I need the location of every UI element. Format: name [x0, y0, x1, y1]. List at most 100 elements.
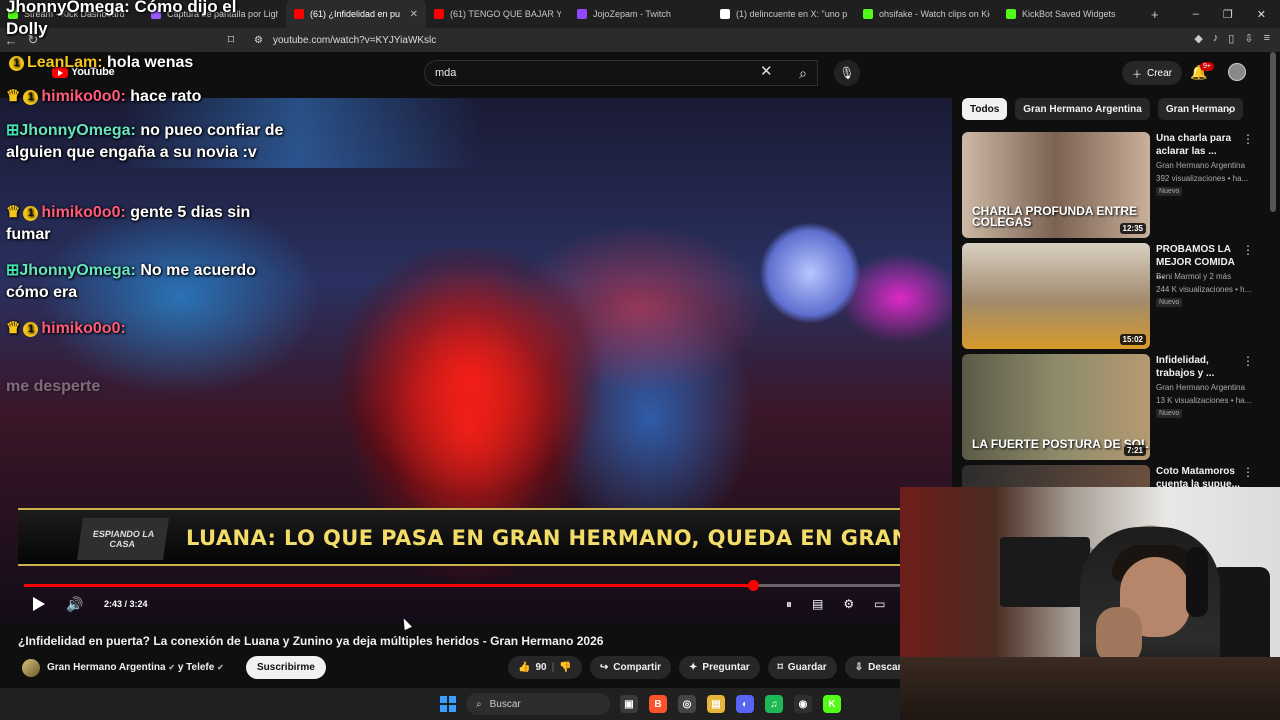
webcam-poster	[1000, 537, 1090, 607]
settings-gear-icon[interactable]: ⚙	[843, 597, 854, 612]
browser-tab[interactable]: (1) delincuente en X: "uno pu	[712, 0, 855, 28]
more-options-icon[interactable]: ⋮	[1242, 243, 1254, 257]
rec-channel: Gran Hermano Argentina	[1156, 383, 1245, 392]
taskbar-file-explorer-icon[interactable]: ▤	[707, 695, 725, 713]
video-thumbnail[interactable]: LA FUERTE POSTURA DE SOL 7:21	[962, 354, 1150, 460]
sidebar-icon[interactable]: ▯	[1228, 32, 1234, 45]
tab-label: (1) delincuente en X: "uno pu	[736, 9, 847, 19]
extension-icon[interactable]: ♪	[1213, 32, 1219, 45]
progress-bar[interactable]	[24, 580, 902, 591]
download-icon[interactable]: ⇩	[1244, 32, 1253, 45]
browser-tab[interactable]: (61) TENGO QUE BAJAR YO A	[426, 0, 569, 28]
subscribe-button[interactable]: Suscribirme	[246, 656, 326, 679]
menu-icon[interactable]: ≡	[1264, 32, 1270, 45]
recommended-video[interactable]: CHARLA PROFUNDA ENTRE COLEGAS 12:35 Una ch…	[962, 132, 1262, 238]
create-button[interactable]: ＋ Crear	[1122, 61, 1183, 85]
filter-chip[interactable]: Todos	[962, 98, 1008, 120]
rec-title[interactable]: Infidelidad, trabajos y ...	[1156, 354, 1242, 380]
tab-favicon-icon	[863, 9, 873, 19]
webcam-desk	[900, 657, 1280, 720]
share-button[interactable]: ↪ Compartir	[589, 656, 672, 679]
play-icon[interactable]	[33, 597, 45, 611]
close-window-icon[interactable]: ✕	[1257, 8, 1266, 21]
autoplay-toggle-icon[interactable]: ⏸	[786, 597, 792, 612]
extension-icon[interactable]: ◆	[1194, 32, 1202, 45]
recommended-video[interactable]: 15:02 PROBAMOS LA MEJOR COMIDA ... Beni Ma…	[962, 243, 1262, 349]
new-badge: Nuevo	[1156, 298, 1183, 307]
filter-chip[interactable]: Gran Hermano Argentina	[1015, 98, 1150, 120]
chat-message: ♛ 1 himiko0o0: gente 5 dias sin fumar	[6, 202, 286, 246]
recommended-video[interactable]: LA FUERTE POSTURA DE SOL 7:21 Infidelidad,…	[962, 354, 1262, 460]
ask-label: Preguntar	[702, 662, 750, 673]
new-tab-button[interactable]: +	[1141, 7, 1169, 22]
tab-label: JojoZepam - Twitch	[593, 9, 671, 19]
chat-username: JhonnyOmega:	[6, 0, 130, 16]
chat-message-faded: me desperte	[6, 378, 101, 395]
save-button[interactable]: ⌑ Guardar	[767, 656, 837, 679]
clear-search-icon[interactable]: ✕	[760, 62, 773, 80]
video-duration: 7:21	[1123, 445, 1146, 456]
subtitles-icon[interactable]: ▤	[812, 597, 823, 612]
ask-button[interactable]: ✦ Preguntar	[679, 656, 760, 679]
chat-username: himiko0o0:	[41, 204, 126, 221]
search-button[interactable]: ⌕	[788, 60, 818, 86]
sub-badge-icon: 1	[9, 56, 24, 71]
search-input[interactable]: mda	[424, 60, 818, 86]
taskbar-apps: ▣ B ◎ ▤ ◐ ♫ ◉ K	[620, 695, 841, 713]
volume-icon[interactable]: 🔊	[66, 596, 83, 613]
rec-title[interactable]: Una charla para aclarar las ...	[1156, 132, 1242, 158]
minimize-icon[interactable]: –	[1193, 8, 1199, 20]
tab-favicon-icon	[720, 9, 730, 19]
miniplayer-icon[interactable]: ▭	[874, 597, 885, 612]
notification-count-badge: 9+	[1200, 62, 1214, 71]
video-thumbnail[interactable]: 15:02	[962, 243, 1150, 349]
streamer-webcam	[900, 487, 1280, 720]
like-button[interactable]: 👍 90 | 👎	[508, 656, 582, 679]
taskbar-search[interactable]: ⌕ Buscar	[466, 693, 610, 715]
search-icon: ⌕	[476, 698, 482, 710]
close-tab-icon[interactable]: ✕	[410, 9, 418, 20]
address-bar[interactable]: ⚙ youtube.com/watch?v=KYJYiaWKslc	[244, 31, 964, 49]
scrubber-handle[interactable]	[747, 580, 759, 591]
thumbs-down-icon[interactable]: 👎	[559, 662, 571, 673]
voice-search-button[interactable]: 🎙	[834, 60, 860, 86]
maximize-icon[interactable]: ❐	[1223, 8, 1233, 21]
overlay-chat-top-message: JhonnyOmega: Cómo dijo el Dolly	[6, 0, 266, 40]
account-avatar[interactable]	[1228, 63, 1246, 81]
windows-taskbar: ⌕ Buscar ▣ B ◎ ▤ ◐ ♫ ◉ K	[0, 688, 900, 720]
chat-username: JhonnyOmega:	[19, 122, 136, 139]
taskbar-kick-icon[interactable]: K	[823, 695, 841, 713]
video-thumbnail[interactable]: CHARLA PROFUNDA ENTRE COLEGAS 12:35	[962, 132, 1150, 238]
sub-badge-icon: 1	[23, 206, 39, 221]
sparkle-icon: ✦	[689, 662, 698, 673]
taskbar-discord-icon[interactable]: ◐	[736, 695, 754, 713]
thumbnail-caption: LA FUERTE POSTURA DE SOL	[972, 437, 1149, 451]
page-scrollbar[interactable]	[1270, 52, 1276, 212]
chat-message: ⊞JhonnyOmega: no pueo confiar de alguien…	[6, 120, 286, 164]
more-options-icon[interactable]: ⋮	[1242, 354, 1254, 368]
download-label: Descar	[868, 662, 902, 673]
crown-badge-icon: ♛	[6, 88, 21, 105]
browser-tab[interactable]: (61) ¿Infidelidad en puerta ✕	[286, 0, 426, 28]
browser-tab[interactable]: ohsifake - Watch clips on Kick	[855, 0, 998, 28]
video-frame-subject	[340, 248, 600, 508]
chat-username: himiko0o0:	[41, 88, 126, 105]
taskbar-brave-icon[interactable]: B	[649, 695, 667, 713]
taskbar-spotify-icon[interactable]: ♫	[765, 695, 783, 713]
browser-tab[interactable]: KickBot Saved Widgets	[998, 0, 1141, 28]
rec-views: 244 K visualizaciones • h...	[1156, 285, 1252, 294]
more-options-icon[interactable]: ⋮	[1242, 465, 1254, 479]
taskbar-task-view-icon[interactable]: ▣	[620, 695, 638, 713]
channel-name[interactable]: Gran Hermano Argentina ✔ y Telefe ✔	[47, 662, 224, 673]
new-badge: Nuevo	[1156, 409, 1183, 418]
browser-tab[interactable]: JojoZepam - Twitch	[569, 0, 712, 28]
taskbar-chrome-alt-icon[interactable]: ◎	[678, 695, 696, 713]
channel-avatar[interactable]	[22, 659, 40, 677]
chyron-logo: ESPIANDO LA CASA	[77, 518, 169, 560]
video-actions: 👍 90 | 👎 ↪ Compartir ✦ Preguntar ⌑ Guard…	[508, 656, 912, 679]
more-options-icon[interactable]: ⋮	[1242, 132, 1254, 146]
chevron-right-icon[interactable]: ›	[1228, 104, 1232, 118]
windows-start-icon[interactable]	[440, 696, 456, 712]
video-player[interactable]: ESPIANDO LA CASA LUANA: LO QUE PASA EN G…	[0, 98, 952, 623]
taskbar-obs-icon[interactable]: ◉	[794, 695, 812, 713]
